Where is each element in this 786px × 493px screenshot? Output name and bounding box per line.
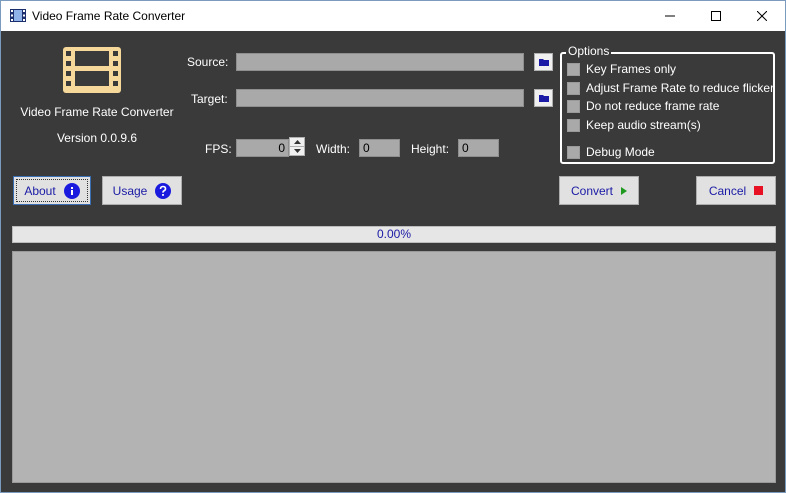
target-label: Target: bbox=[191, 92, 228, 106]
info-icon bbox=[63, 182, 80, 199]
options-title: Options bbox=[566, 44, 612, 58]
checkbox[interactable] bbox=[567, 145, 580, 159]
option-label: Keep audio stream(s) bbox=[586, 118, 701, 132]
height-label: Height: bbox=[411, 142, 450, 156]
film-strip-logo-icon bbox=[63, 47, 121, 93]
height-input[interactable]: 0 bbox=[458, 139, 499, 157]
option-debug-mode[interactable]: Debug Mode bbox=[567, 144, 655, 160]
checkbox[interactable] bbox=[567, 118, 580, 132]
minimize-button[interactable] bbox=[647, 1, 693, 31]
film-strip-icon bbox=[10, 9, 26, 22]
arrow-down-icon bbox=[293, 149, 301, 153]
maximize-icon bbox=[711, 11, 721, 21]
checkbox[interactable] bbox=[567, 81, 580, 95]
progress-bar: 0.00% bbox=[12, 226, 776, 243]
folder-icon bbox=[538, 59, 549, 66]
app-name: Video Frame Rate Converter bbox=[20, 105, 174, 119]
app-version: Version 0.0.9.6 bbox=[56, 131, 138, 145]
stop-icon bbox=[754, 186, 764, 195]
option-label: Adjust Frame Rate to reduce flicker bbox=[586, 81, 775, 95]
window-title: Video Frame Rate Converter bbox=[32, 9, 186, 23]
source-label: Source: bbox=[187, 55, 229, 69]
target-input[interactable] bbox=[236, 89, 524, 107]
fps-input[interactable]: 0 bbox=[236, 139, 289, 157]
minimize-icon bbox=[665, 15, 675, 17]
option-label: Key Frames only bbox=[586, 62, 677, 76]
option-label: Debug Mode bbox=[586, 145, 655, 159]
option-keep-audio-streams[interactable]: Keep audio stream(s) bbox=[567, 117, 701, 133]
checkbox[interactable] bbox=[567, 62, 580, 76]
play-icon bbox=[621, 186, 628, 195]
fps-spin-up[interactable] bbox=[290, 138, 304, 146]
close-button[interactable] bbox=[739, 1, 785, 31]
option-label: Do not reduce frame rate bbox=[586, 99, 720, 113]
fps-spinner[interactable] bbox=[289, 137, 305, 156]
arrow-up-icon bbox=[293, 140, 301, 144]
target-browse-button[interactable] bbox=[534, 89, 553, 107]
usage-button-label: Usage bbox=[112, 183, 148, 198]
width-label: Width: bbox=[316, 142, 351, 156]
main-content: Video Frame Rate Converter Version 0.0.9… bbox=[1, 31, 785, 492]
convert-button-label: Convert bbox=[570, 183, 614, 198]
title-bar[interactable]: Video Frame Rate Converter bbox=[1, 1, 785, 31]
width-input[interactable]: 0 bbox=[359, 139, 400, 157]
question-icon bbox=[155, 182, 172, 199]
fps-label: FPS: bbox=[205, 142, 232, 156]
source-input[interactable] bbox=[236, 53, 524, 71]
convert-button[interactable]: Convert bbox=[559, 176, 639, 205]
about-button[interactable]: About bbox=[13, 176, 91, 205]
option-do-not-reduce-frame-rate[interactable]: Do not reduce frame rate bbox=[567, 98, 719, 114]
cancel-button[interactable]: Cancel bbox=[696, 176, 776, 205]
checkbox[interactable] bbox=[567, 99, 580, 113]
cancel-button-label: Cancel bbox=[708, 183, 747, 198]
close-icon bbox=[757, 11, 767, 21]
source-browse-button[interactable] bbox=[534, 53, 553, 71]
usage-button[interactable]: Usage bbox=[102, 176, 182, 205]
maximize-button[interactable] bbox=[693, 1, 739, 31]
fps-spin-down[interactable] bbox=[290, 147, 304, 155]
app-window: Video Frame Rate Converter Video Frame R… bbox=[0, 0, 786, 493]
about-button-label: About bbox=[24, 183, 56, 198]
folder-icon bbox=[538, 95, 549, 102]
progress-text: 0.00% bbox=[376, 227, 412, 241]
option-adjust-frame-rate[interactable]: Adjust Frame Rate to reduce flicker bbox=[567, 80, 774, 96]
option-key-frames-only[interactable]: Key Frames only bbox=[567, 61, 676, 77]
log-output-area[interactable] bbox=[12, 251, 776, 483]
